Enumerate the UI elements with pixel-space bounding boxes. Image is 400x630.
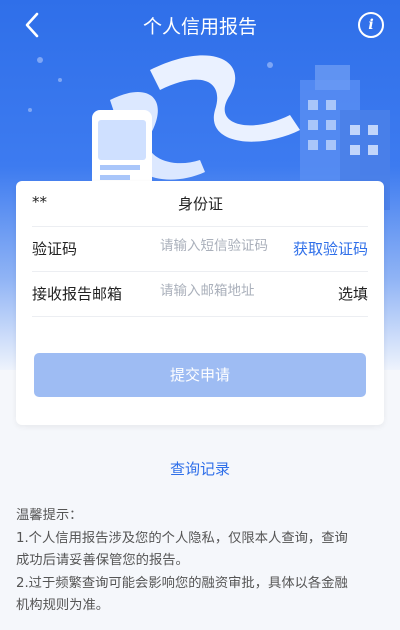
code-label: 验证码 [32, 240, 78, 258]
optional-tag: 选填 [337, 285, 368, 303]
submit-button[interactable]: 提交申请 [34, 353, 366, 397]
id-type-value: 身份证 [178, 195, 224, 213]
email-input[interactable] [158, 281, 292, 301]
id-row: ** 身份证 [32, 181, 368, 227]
email-row: 接收报告邮箱 选填 [32, 271, 368, 317]
email-label: 接收报告邮箱 [32, 285, 123, 303]
page-title: 个人信用报告 [142, 16, 257, 38]
tips-line-1b: 成功后请妥善保管您的报告。 [16, 553, 189, 568]
tips-line-1: 1.个人信用报告涉及您的个人隐私，仅限本人查询，查询 [16, 530, 348, 546]
query-history-link[interactable]: 查询记录 [0, 458, 400, 479]
code-row: 验证码 获取验证码 [32, 226, 368, 272]
sms-code-input[interactable] [158, 236, 292, 256]
id-label: ** [32, 193, 47, 211]
tips-heading: 温馨提示： [16, 508, 83, 523]
tips-line-2: 2.过于频繁查询可能会影响您的融资审批，具体以各金融 [16, 575, 348, 591]
info-icon[interactable]: i [358, 12, 384, 38]
tips-section: 温馨提示： 1.个人信用报告涉及您的个人隐私，仅限本人查询，查询 成功后请妥善保… [16, 505, 388, 618]
navigation-bar: 个人信用报告 i [0, 0, 400, 52]
tips-line-2b: 机构规则为准。 [16, 598, 110, 613]
get-code-button[interactable]: 获取验证码 [293, 238, 368, 259]
report-request-form: ** 身份证 验证码 获取验证码 接收报告邮箱 选填 提交申请 [16, 181, 384, 425]
